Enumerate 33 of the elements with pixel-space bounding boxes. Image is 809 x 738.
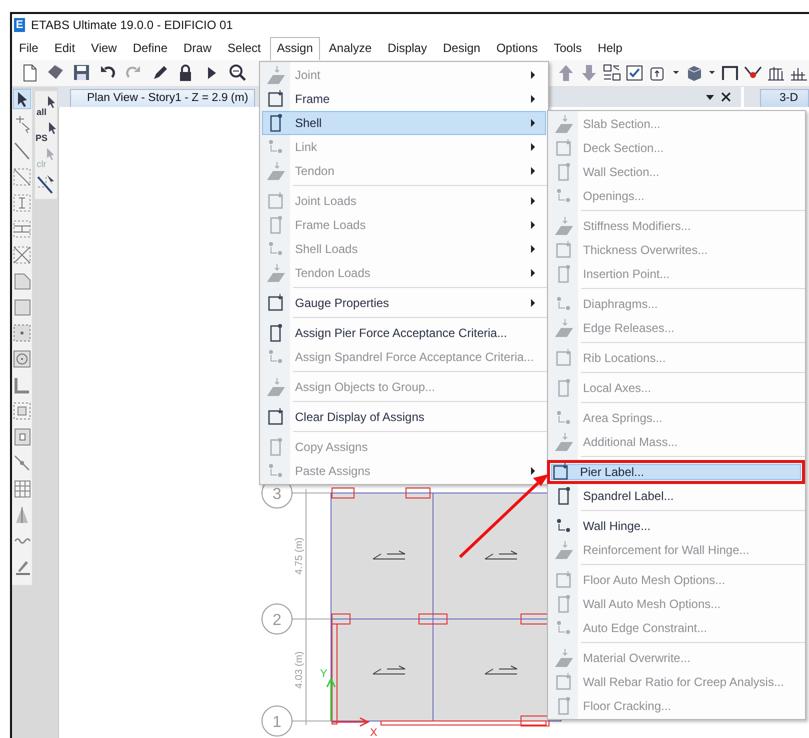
- select-tool[interactable]: PS: [35, 121, 56, 143]
- axis-label: Y: [320, 668, 328, 680]
- view-tab[interactable]: 3-D: [760, 89, 809, 107]
- menu-item[interactable]: Clear Display of Assigns: [262, 405, 546, 429]
- dimension-label: 4.03 (m): [294, 651, 305, 689]
- window-title: ETABS Ultimate 19.0.0 - EDIFICIO 01: [31, 18, 233, 32]
- dimension-label: 4.75 (m): [294, 537, 305, 575]
- menu-item[interactable]: Pier Label...: [547, 460, 805, 484]
- menu-bar-item[interactable]: Tools: [546, 37, 589, 60]
- menu-bar-item[interactable]: Define: [126, 37, 175, 60]
- axis-label: X: [370, 727, 378, 737]
- menu-bar-item[interactable]: Edit: [47, 37, 82, 60]
- menu-bar-item[interactable]: Options: [489, 37, 545, 60]
- menu-bar-item[interactable]: Help: [590, 37, 630, 60]
- menu-item[interactable]: Spandrel Label...: [550, 484, 803, 508]
- menu-bar-item[interactable]: Select: [220, 37, 268, 60]
- menu-item[interactable]: Assign Pier Force Acceptance Criteria...: [262, 321, 546, 345]
- menu-bar-item[interactable]: Display: [380, 37, 434, 60]
- menu-item[interactable]: Frame: [262, 87, 546, 111]
- app-logo: E: [14, 18, 25, 32]
- select-tool[interactable]: all: [36, 95, 56, 117]
- menu-bar-item[interactable]: View: [84, 37, 124, 60]
- menu-item[interactable]: Gauge Properties: [262, 291, 546, 315]
- menu-bar-item[interactable]: Draw: [176, 37, 219, 60]
- menu-item[interactable]: Shell: [262, 111, 546, 135]
- grid-bubble: 2: [262, 604, 292, 634]
- menu-item[interactable]: Wall Hinge...: [550, 514, 803, 538]
- menu-bar-item[interactable]: Design: [436, 37, 488, 60]
- menu-bar-item[interactable]: File: [12, 37, 46, 60]
- view-tab[interactable]: Plan View - Story1 - Z = 2.9 (m): [70, 89, 256, 107]
- grid-bubble: 1: [262, 706, 292, 736]
- menu-bar-item[interactable]: Assign: [270, 37, 320, 60]
- menu-bar-item[interactable]: Analyze: [322, 37, 379, 60]
